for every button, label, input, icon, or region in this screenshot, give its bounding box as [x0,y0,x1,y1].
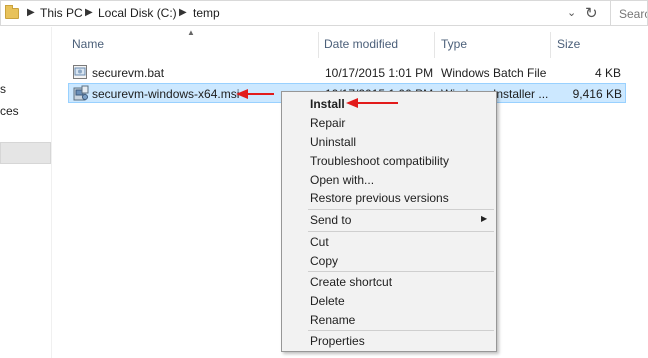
breadcrumb-separator-icon[interactable]: ▶ [27,7,35,18]
menu-item-send-to[interactable]: Send to ▶ [283,211,495,230]
menu-item-label: Restore previous versions [310,191,449,205]
menu-item-label: Install [310,97,345,111]
annotation-arrow-icon [236,89,274,99]
refresh-icon[interactable]: ↻ [585,4,598,22]
menu-item-troubleshoot-compatibility[interactable]: Troubleshoot compatibility [283,152,495,171]
file-row[interactable]: securevm.bat 10/17/2015 1:01 PM Windows … [68,63,626,83]
file-size: 9,416 KB [572,87,622,101]
menu-item-rename[interactable]: Rename [283,311,495,330]
menu-item-label: Rename [310,313,356,327]
file-name[interactable]: securevm.bat [92,66,164,80]
menu-item-properties[interactable]: Properties [283,332,495,351]
nav-item-selected[interactable] [0,142,51,164]
menu-item-label: Copy [310,254,339,268]
menu-separator [308,209,494,210]
address-bar[interactable]: ▶ This PC ▶ Local Disk (C:) ▶ temp ⌄ ↻ [0,0,611,26]
column-header-date-modified[interactable]: Date modified [324,37,398,51]
breadcrumb-this-pc[interactable]: This PC [40,6,83,20]
menu-item-label: Repair [310,116,346,130]
folder-icon [5,5,19,19]
column-header-size[interactable]: Size [557,37,580,51]
menu-item-delete[interactable]: Delete [283,292,495,311]
column-header-name[interactable]: Name [72,37,104,51]
menu-item-repair[interactable]: Repair [283,114,495,133]
menu-item-copy[interactable]: Copy [283,252,495,271]
search-input[interactable]: Search [611,0,648,26]
file-type: Windows Batch File [441,66,547,80]
batch-file-icon [73,65,87,79]
search-placeholder: Search [619,7,647,21]
address-history-chevron-icon[interactable]: ⌄ [567,6,576,19]
menu-separator [308,330,494,331]
file-size: 4 KB [594,66,621,80]
file-date-modified: 10/17/2015 1:01 PM [325,66,434,80]
menu-item-create-shortcut[interactable]: Create shortcut [283,273,495,292]
nav-item[interactable]: s [0,82,6,96]
breadcrumb-separator-icon[interactable]: ▶ [85,7,93,18]
breadcrumb-local-disk[interactable]: Local Disk (C:) [98,6,177,20]
menu-item-cut[interactable]: Cut [283,233,495,252]
column-divider[interactable] [318,32,319,58]
file-name[interactable]: securevm-windows-x64.msi [92,87,239,101]
msi-installer-icon [73,85,89,101]
column-divider[interactable] [550,32,551,58]
breadcrumb-temp[interactable]: temp [193,6,220,20]
menu-item-label: Open with... [310,173,375,187]
menu-separator [308,231,494,232]
submenu-arrow-icon: ▶ [481,214,488,223]
menu-item-label: Properties [310,334,365,348]
menu-item-label: Cut [310,235,329,249]
menu-item-open-with[interactable]: Open with... [283,171,495,190]
sort-ascending-icon: ▲ [187,28,195,37]
menu-item-restore-previous-versions[interactable]: Restore previous versions [283,189,495,208]
menu-item-label: Delete [310,294,345,308]
annotation-arrow-icon [346,98,398,108]
menu-separator [308,271,494,272]
column-header-type[interactable]: Type [441,37,467,51]
menu-item-label: Send to [310,213,352,227]
nav-item[interactable]: ces [0,104,19,118]
column-divider[interactable] [434,32,435,58]
menu-item-uninstall[interactable]: Uninstall [283,133,495,152]
context-menu: Install Repair Uninstall Troubleshoot co… [281,91,497,352]
menu-item-label: Troubleshoot compatibility [310,154,449,168]
menu-item-label: Create shortcut [310,275,393,289]
breadcrumb-separator-icon[interactable]: ▶ [179,7,187,18]
menu-item-label: Uninstall [310,135,357,149]
navigation-pane[interactable]: s ces [0,27,52,358]
